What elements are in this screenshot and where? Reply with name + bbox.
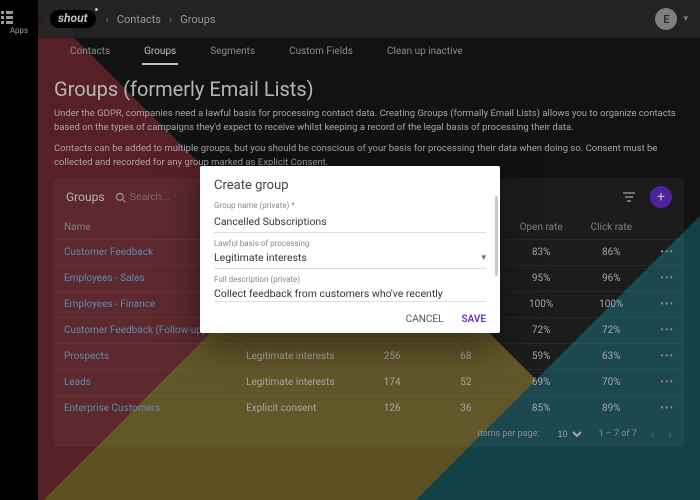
desc-label: Full description (private) [214, 275, 486, 284]
chevron-down-icon: ▾ [481, 253, 486, 263]
create-group-modal: Create group Group name (private) * Lawf… [200, 166, 500, 333]
save-button[interactable]: SAVE [461, 314, 486, 325]
basis-label: Lawful basis of processing [214, 239, 486, 248]
modal-title: Create group [214, 178, 486, 193]
basis-value: Legitimate interests [214, 251, 307, 264]
modal-scrollbar[interactable] [495, 196, 498, 276]
desc-input[interactable]: Collect feedback from customers who've r… [214, 284, 486, 302]
basis-select[interactable]: Legitimate interests ▾ [214, 248, 486, 269]
name-label: Group name (private) * [214, 201, 486, 210]
group-name-input[interactable] [214, 212, 486, 233]
cancel-button[interactable]: CANCEL [406, 314, 444, 325]
